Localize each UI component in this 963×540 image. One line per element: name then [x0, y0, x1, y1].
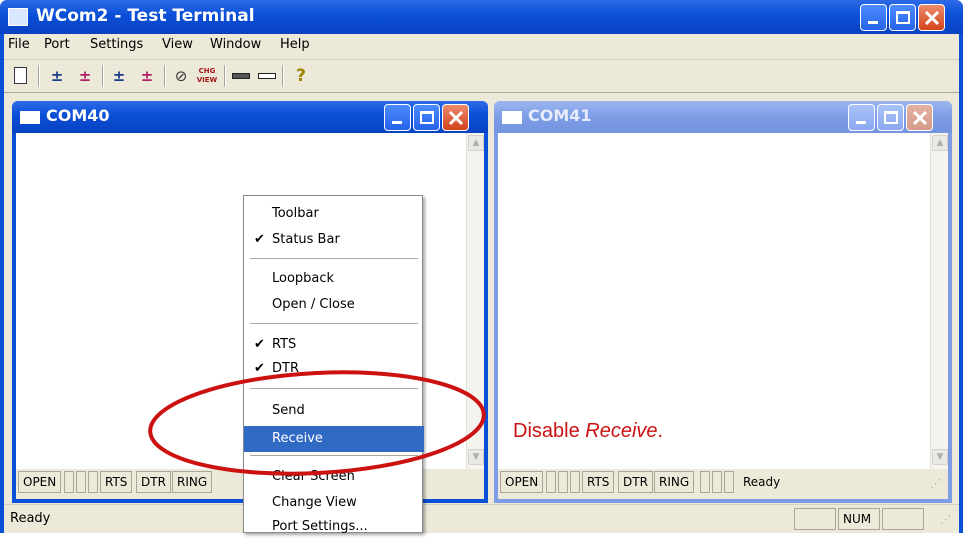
maximize-icon	[896, 11, 910, 24]
toolbar-separator	[282, 65, 284, 87]
status-indicator-empty	[882, 508, 924, 530]
status-open: OPEN	[500, 471, 544, 493]
status-ring: RING	[654, 471, 695, 493]
com40-close-button[interactable]	[442, 104, 469, 131]
close-button[interactable]	[918, 4, 945, 31]
menu-help[interactable]: Help	[280, 37, 310, 52]
status-empty	[558, 471, 568, 493]
send-bar-icon[interactable]	[230, 65, 252, 87]
status-indicator-empty	[794, 508, 836, 530]
status-rts: RTS	[582, 471, 615, 493]
ctx-item-rts[interactable]: ✔ RTS	[244, 332, 424, 358]
scroll-up-icon[interactable]: ▲	[468, 135, 484, 151]
terminal-icon	[502, 111, 522, 124]
new-document-icon[interactable]	[10, 65, 32, 87]
menu-file[interactable]: File	[8, 37, 30, 52]
checkmark-icon: ✔	[254, 232, 265, 247]
status-empty	[700, 471, 710, 493]
minimize-icon	[392, 121, 402, 124]
highlight-ellipse	[148, 370, 486, 476]
ctx-item-open-close[interactable]: Open / Close	[244, 292, 424, 318]
com41-terminal-area[interactable]: ▲ ▼	[498, 133, 948, 469]
change-view-icon[interactable]: CHG VIEW	[196, 65, 218, 87]
status-empty	[546, 471, 556, 493]
maximize-button[interactable]	[889, 4, 916, 31]
status-empty	[76, 471, 86, 493]
connect-icon[interactable]: ±±	[46, 65, 68, 107]
toolbar-separator	[38, 65, 40, 87]
status-empty	[570, 471, 580, 493]
menu-settings[interactable]: Settings	[90, 37, 143, 52]
status-empty	[724, 471, 734, 493]
main-status-text: Ready	[10, 511, 51, 526]
minimize-icon	[856, 121, 866, 124]
status-open: OPEN	[18, 471, 62, 493]
status-empty	[712, 471, 722, 493]
status-empty	[88, 471, 98, 493]
app-icon	[8, 8, 28, 26]
status-rts: RTS	[100, 471, 133, 493]
status-empty	[64, 471, 74, 493]
ctx-item-status-bar[interactable]: ✔ Status Bar	[244, 227, 424, 253]
ctx-item-toolbar[interactable]: Toolbar	[244, 201, 424, 227]
menu-port[interactable]: Port	[44, 37, 70, 52]
toolbar-separator	[164, 65, 166, 87]
com40-title: COM40	[46, 106, 110, 125]
help-icon[interactable]: ?	[290, 65, 312, 87]
com40-minimize-button[interactable]	[384, 104, 411, 131]
com41-close-button[interactable]	[906, 104, 933, 131]
disconnect-all-icon[interactable]: ±±	[136, 65, 158, 107]
toolbar-separator	[224, 65, 226, 87]
toolbar: ±± ±± ±± ±± ⊘ CHG VIEW ?	[4, 61, 959, 107]
annotation-suffix: .	[657, 420, 664, 442]
com41-minimize-button[interactable]	[848, 104, 875, 131]
ctx-item-port-settings[interactable]: Port Settings...	[244, 514, 424, 540]
com41-status-bar: OPEN RTS DTR RING Ready ⋰	[498, 469, 948, 499]
ctx-item-loopback[interactable]: Loopback	[244, 266, 424, 292]
annotation-emphasis: Receive	[585, 420, 658, 442]
minimize-icon	[868, 21, 878, 24]
maximize-icon	[420, 111, 434, 124]
status-dtr: DTR	[618, 471, 653, 493]
disconnect-icon[interactable]: ±±	[74, 65, 96, 107]
com41-scrollbar[interactable]: ▲ ▼	[930, 133, 948, 469]
minimize-button[interactable]	[860, 4, 887, 31]
annotation-prefix: Disable	[513, 420, 586, 442]
terminal-icon	[20, 111, 40, 124]
close-icon	[924, 10, 940, 26]
resize-grip-icon[interactable]: ⋰	[940, 513, 954, 527]
menu-separator	[250, 323, 418, 325]
close-icon	[912, 110, 928, 126]
scroll-up-icon[interactable]: ▲	[932, 135, 948, 151]
status-ready: Ready	[738, 471, 928, 493]
window-title: WCom2 - Test Terminal	[36, 6, 255, 26]
com41-title: COM41	[528, 106, 592, 125]
menu-window[interactable]: Window	[210, 37, 261, 52]
com41-maximize-button[interactable]	[877, 104, 904, 131]
annotation-text: Disable Receive.	[513, 420, 663, 443]
maximize-icon	[884, 111, 898, 124]
connect-all-icon[interactable]: ±±	[108, 65, 130, 107]
menu-view[interactable]: View	[162, 37, 193, 52]
main-status-bar: Ready NUM ⋰	[4, 504, 959, 533]
com40-maximize-button[interactable]	[413, 104, 440, 131]
com40-title-bar[interactable]: COM40	[12, 101, 488, 133]
scroll-down-icon[interactable]: ▼	[932, 449, 948, 465]
main-title-bar[interactable]: WCom2 - Test Terminal	[0, 0, 963, 34]
close-icon	[448, 110, 464, 126]
menu-bar: File Port Settings View Window Help	[4, 34, 959, 60]
menu-separator	[250, 258, 418, 260]
checkmark-icon: ✔	[254, 337, 265, 352]
clear-icon[interactable]: ⊘	[170, 65, 192, 87]
receive-bar-icon[interactable]	[256, 65, 278, 87]
resize-grip-icon[interactable]: ⋰	[930, 477, 944, 491]
ctx-item-change-view[interactable]: Change View	[244, 490, 424, 516]
toolbar-separator	[102, 65, 104, 87]
status-num: NUM	[838, 508, 880, 530]
com41-title-bar[interactable]: COM41	[494, 101, 952, 133]
